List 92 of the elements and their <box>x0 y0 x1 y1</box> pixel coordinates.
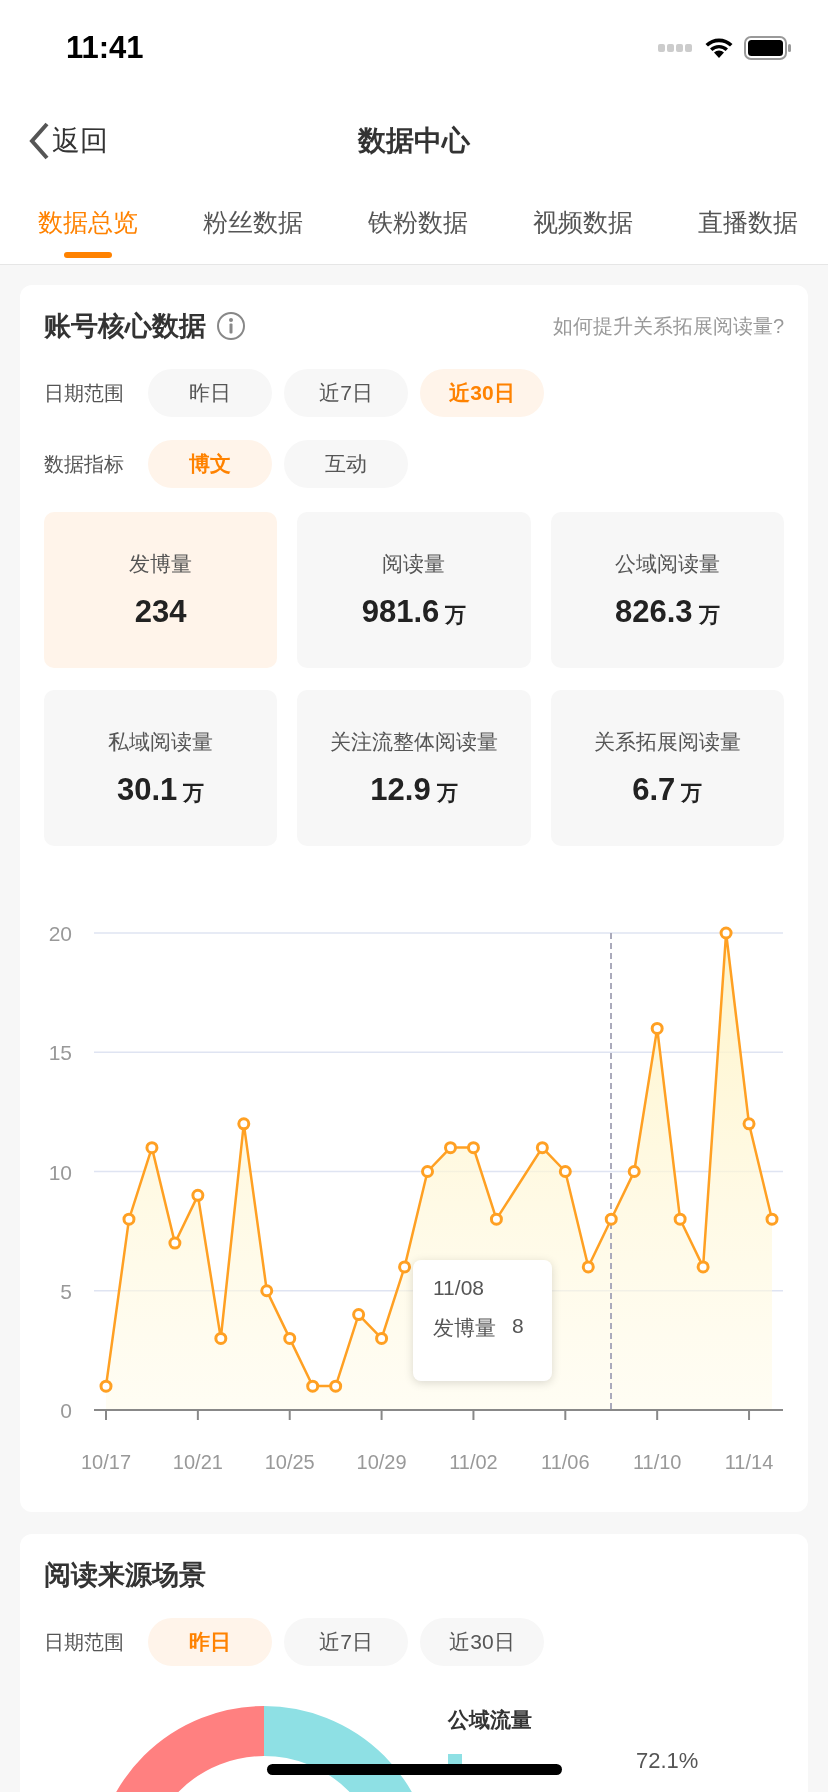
axis-label: 11/02 <box>449 1451 498 1473</box>
back-button[interactable]: 返回 <box>24 118 112 164</box>
chart-point <box>673 1212 687 1226</box>
chart-point <box>719 926 733 940</box>
legend-value: 72.1% <box>636 1748 699 1774</box>
stat-value: 30.1 <box>117 772 178 808</box>
battery-icon <box>744 36 792 60</box>
axis-label: 15 <box>48 1041 72 1065</box>
chevron-left-icon <box>28 122 50 160</box>
axis-label: 20 <box>48 922 72 945</box>
axis-label: 10 <box>48 1160 72 1184</box>
stat-card[interactable]: 关注流整体阅读量 12.9 万 <box>297 690 531 846</box>
chart-point <box>581 1260 595 1274</box>
card-title: 账号核心数据 <box>44 310 206 343</box>
chart-point <box>421 1165 434 1178</box>
axis-label: 10/25 <box>264 1451 315 1473</box>
stat-card[interactable]: 关系拓展阅读量 6.7 万 <box>550 690 784 846</box>
axis-label: 11/14 <box>724 1451 774 1473</box>
chart-point <box>306 1379 320 1393</box>
stat-value: 6.7 <box>632 772 676 808</box>
legend-title: 公域流量 <box>448 1707 533 1733</box>
filter-label: 日期范围 <box>44 380 125 406</box>
chart-point <box>122 1212 136 1226</box>
filter-chip[interactable]: 互动 <box>284 440 408 488</box>
chart-point <box>650 1021 664 1035</box>
stat-card[interactable]: 私域阅读量 30.1 万 <box>44 690 278 846</box>
stat-label: 关注流整体阅读量 <box>330 729 498 755</box>
chart-point <box>444 1141 457 1155</box>
stat-label: 关系拓展阅读量 <box>593 729 741 755</box>
stat-value: 234 <box>134 594 187 630</box>
tab[interactable]: 粉丝数据 <box>191 186 315 258</box>
axis-label: 5 <box>60 1279 72 1303</box>
stat-value: 981.6 <box>361 594 440 630</box>
filter-chip[interactable]: 近30日 <box>420 1618 544 1666</box>
stat-label: 阅读量 <box>382 551 446 577</box>
axis-label: 10/21 <box>172 1451 223 1473</box>
chart-point <box>558 1165 572 1178</box>
chart-point <box>99 1379 113 1393</box>
chart-point <box>742 1117 756 1131</box>
wifi-icon <box>704 37 734 59</box>
chart-point <box>765 1212 779 1226</box>
chart-point <box>214 1331 228 1345</box>
chart-point <box>398 1260 412 1274</box>
stat-card[interactable]: 阅读量 981.6 万 <box>297 512 531 668</box>
stat-unit: 万 <box>445 602 467 628</box>
stat-unit: 万 <box>698 602 720 628</box>
axis-label: 10/29 <box>356 1451 407 1473</box>
stat-unit: 万 <box>183 780 205 806</box>
chart-point <box>535 1141 549 1155</box>
chart-point <box>375 1331 389 1345</box>
axis-label: 0 <box>60 1399 72 1422</box>
axis-label: 11/06 <box>541 1451 590 1473</box>
axis-label: 10/17 <box>80 1451 132 1473</box>
stat-label: 发博量 <box>129 551 193 577</box>
stat-label: 公域阅读量 <box>614 551 720 577</box>
chart-point <box>627 1165 641 1178</box>
filter-chip[interactable]: 昨日 <box>148 369 272 417</box>
chart-point <box>168 1236 182 1250</box>
tooltip-label: 发博量 <box>433 1315 496 1341</box>
filter-label: 日期范围 <box>44 1629 125 1655</box>
card-title: 阅读来源场景 <box>44 1559 206 1592</box>
stat-value: 12.9 <box>370 772 431 808</box>
stat-unit: 万 <box>436 780 458 806</box>
tab[interactable]: 直播数据 <box>686 186 810 258</box>
page-title: 数据中心 <box>358 124 470 158</box>
stat-unit: 万 <box>681 780 703 806</box>
chart-point <box>489 1212 503 1226</box>
axis-label: 11/10 <box>632 1451 682 1473</box>
tooltip-value: 8 <box>512 1314 524 1339</box>
chart-point <box>283 1331 297 1345</box>
stat-value: 826.3 <box>615 594 693 630</box>
stat-card[interactable]: 公域阅读量 826.3 万 <box>550 512 784 668</box>
chart-point <box>191 1188 205 1202</box>
signal-icon <box>658 43 694 53</box>
filter-label: 数据指标 <box>44 451 125 477</box>
status-time: 11:41 <box>66 30 144 66</box>
chart-point <box>329 1379 343 1393</box>
info-icon[interactable] <box>216 311 246 341</box>
filter-chip[interactable]: 近7日 <box>284 369 408 417</box>
chart-point <box>237 1117 251 1131</box>
tab[interactable]: 视频数据 <box>521 186 645 258</box>
chart-point <box>604 1212 618 1226</box>
tooltip-date: 11/08 <box>433 1276 485 1300</box>
chart-point <box>696 1260 710 1274</box>
stat-label: 私域阅读量 <box>108 729 214 755</box>
filter-chip[interactable]: 近7日 <box>284 1618 408 1666</box>
chart-point <box>145 1141 159 1155</box>
chart-point <box>260 1284 274 1298</box>
chart-point <box>466 1141 480 1155</box>
stat-card[interactable]: 发博量 234 <box>44 512 278 668</box>
chart-point <box>352 1308 366 1322</box>
tab[interactable]: 铁粉数据 <box>356 186 480 258</box>
